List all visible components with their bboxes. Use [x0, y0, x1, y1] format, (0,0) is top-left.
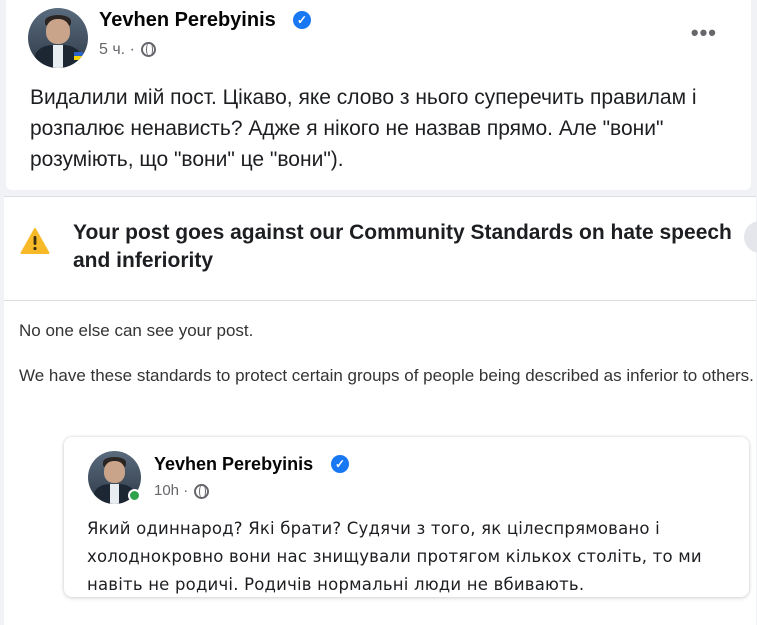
notice-header: Your post goes against our Community Sta… — [4, 197, 757, 301]
quoted-post-timestamp[interactable]: 10h · — [154, 482, 188, 499]
author-avatar[interactable] — [28, 8, 88, 68]
notice-explanation-text: We have these standards to protect certa… — [19, 366, 754, 385]
warning-icon — [20, 228, 50, 254]
verified-badge-icon: ✓ — [293, 11, 311, 29]
quoted-author-name[interactable]: Yevhen Perebyinis — [154, 454, 313, 475]
post-timestamp[interactable]: 5 ч. · — [99, 41, 135, 58]
flag-icon — [73, 52, 84, 60]
quoted-post-text: Який одиннарод? Які брати? Судячи з того… — [87, 519, 702, 594]
post-text: Видалили мій пост. Цікаво, яке слово з н… — [30, 86, 697, 171]
more-options-icon[interactable]: ••• — [691, 20, 717, 46]
post-card: Yevhen Perebyinis ✓ 5 ч. · ••• Видалили … — [6, 0, 751, 190]
globe-icon — [194, 483, 210, 499]
author-name[interactable]: Yevhen Perebyinis — [99, 9, 276, 32]
post-meta: 5 ч. · — [99, 41, 157, 59]
online-status-icon — [128, 489, 141, 502]
scroll-nav-button[interactable] — [744, 221, 757, 253]
community-standards-notice: Your post goes against our Community Sta… — [4, 196, 757, 625]
globe-icon — [141, 42, 157, 58]
quoted-post-meta: 10h · — [154, 482, 210, 499]
quoted-post-card: Yevhen Perebyinis ✓ 10h · Який одиннарод… — [64, 437, 749, 597]
verified-badge-icon: ✓ — [331, 455, 349, 473]
notice-visibility-text: No one else can see your post. — [19, 321, 254, 340]
notice-title: Your post goes against our Community Sta… — [73, 221, 732, 272]
